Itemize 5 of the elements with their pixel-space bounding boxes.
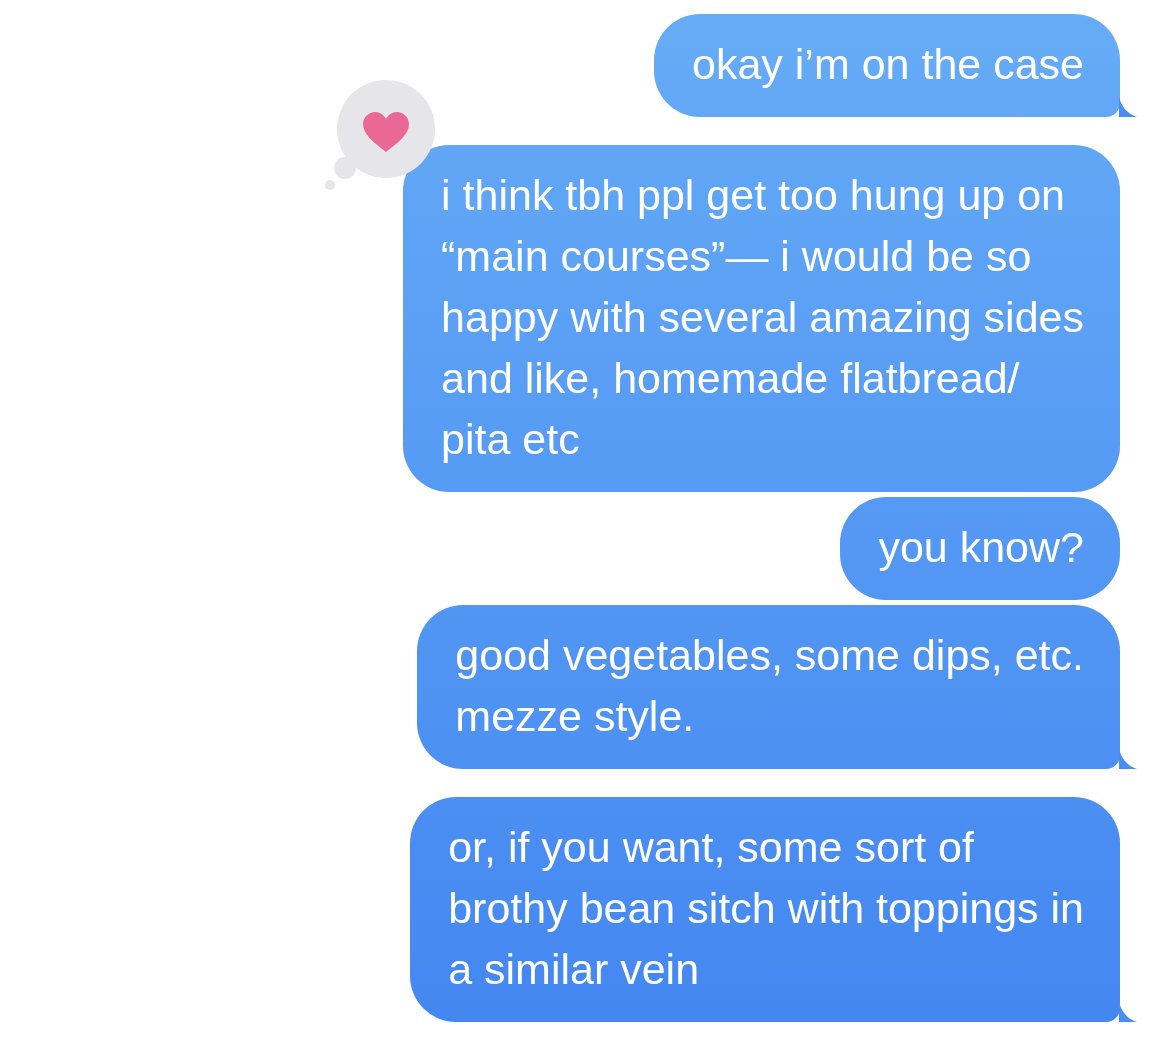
message-bubble: i think tbh ppl get too hung up on “main courses”— i would be so happy with several amazing sides and like, homemade flatbread/ pita etc (403, 145, 1120, 492)
message-bubble: good vegetables, some dips, etc. mezze style. (417, 605, 1120, 769)
message-bubble: or, if you want, some sort of brothy bean sitch with toppings in a similar vein (410, 797, 1120, 1022)
message-bubble: okay i’m on the case (654, 14, 1120, 117)
message-bubble: you know? (840, 497, 1120, 600)
